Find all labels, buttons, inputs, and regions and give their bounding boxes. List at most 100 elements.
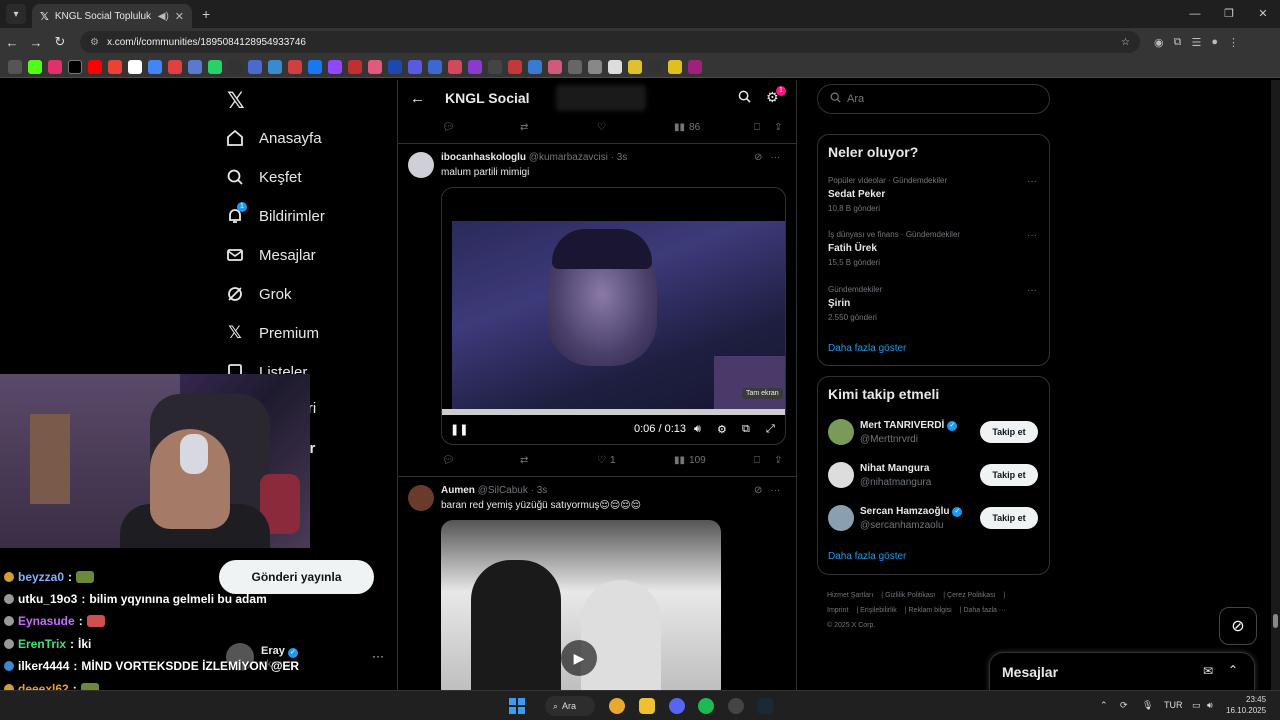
trend-item[interactable]: Popüler videolar · Gündemdekiler Sedat P… <box>828 176 1043 213</box>
grok-icon[interactable]: ⊘ <box>754 485 762 496</box>
post-video-thumbnail[interactable]: ▶ <box>441 520 721 690</box>
post-author[interactable]: Aumen <box>441 485 475 496</box>
bookmark-icon[interactable] <box>528 59 542 74</box>
bookmark-x-icon[interactable] <box>68 59 82 74</box>
bookmark-icon[interactable] <box>508 59 522 74</box>
views-icon[interactable]: ▮▮ 109 <box>674 455 706 466</box>
bookmark-kick-icon[interactable] <box>28 59 42 74</box>
network-icon[interactable]: ▭ <box>1192 700 1201 711</box>
bookmark-icon[interactable] <box>148 59 162 74</box>
picture-in-picture-icon[interactable]: ⧉ <box>742 423 750 436</box>
like-icon[interactable]: ♡ 1 <box>597 455 616 466</box>
bookmark-icon[interactable] <box>568 59 582 74</box>
bookmark-google-icon[interactable] <box>128 59 142 74</box>
bookmark-icon[interactable] <box>668 59 682 74</box>
share-icon[interactable]: ⇪ <box>774 122 782 133</box>
bookmark-instagram-icon[interactable] <box>48 59 62 74</box>
repost-icon[interactable]: ⇄ <box>520 122 528 133</box>
nav-grok[interactable]: Grok <box>225 284 292 304</box>
browser-menu-icon[interactable]: ⋮ <box>1228 36 1239 49</box>
more-icon[interactable]: ··· <box>770 485 780 496</box>
close-tab-icon[interactable]: ✕ <box>175 10 184 23</box>
follow-button[interactable]: Takip et <box>980 507 1038 529</box>
x-logo-icon[interactable]: 𝕏 <box>227 88 245 114</box>
avatar[interactable] <box>828 505 854 531</box>
spotify-icon[interactable] <box>698 698 714 714</box>
page-scrollbar[interactable] <box>1271 80 1280 690</box>
avatar[interactable] <box>408 485 434 511</box>
windows-start-icon[interactable] <box>509 698 525 714</box>
messages-drawer[interactable]: Mesajlar ✉ ⌃ <box>989 652 1255 692</box>
post-time[interactable]: · 3s <box>531 485 548 496</box>
like-icon[interactable]: ♡ <box>597 122 606 133</box>
site-info-icon[interactable]: ⚙ <box>90 37 99 48</box>
steam-icon[interactable] <box>757 698 773 714</box>
bookmark-icon[interactable] <box>648 59 662 74</box>
back-arrow-icon[interactable]: ← <box>410 90 425 107</box>
play-icon[interactable]: ▶ <box>561 640 597 676</box>
tray-chevron-icon[interactable]: ⌃ <box>1100 700 1108 711</box>
obs-icon[interactable] <box>728 698 744 714</box>
follow-suggestion[interactable]: Sercan Hamzaoğlu ✓ @sercanhamzaolu Takip … <box>828 505 1043 535</box>
bookmark-facebook-icon[interactable] <box>308 59 322 74</box>
avatar[interactable] <box>828 419 854 445</box>
bookmark-gmail-icon[interactable] <box>108 59 122 74</box>
bookmark-icon[interactable] <box>288 59 302 74</box>
extensions-puzzle-icon[interactable]: ⧉ <box>1174 36 1182 49</box>
browser-tab[interactable]: 𝕏 KNGL Social Topluluk / X ◀) ✕ <box>32 4 192 28</box>
speaker-icon[interactable]: ◀) <box>158 11 169 22</box>
bookmark-icon[interactable]: ⎕ <box>754 122 760 133</box>
new-message-icon[interactable]: ✉ <box>1203 664 1213 678</box>
trend-item[interactable]: İş dünyası ve finans · Gündemdekiler Fat… <box>828 230 1043 267</box>
close-window-button[interactable]: ✕ <box>1246 0 1280 28</box>
bookmark-icon[interactable] <box>468 59 482 74</box>
show-more-link[interactable]: Daha fazla göster <box>828 343 906 354</box>
more-icon[interactable]: ··· <box>1027 230 1037 241</box>
fullscreen-icon[interactable]: ⤢ <box>766 423 775 436</box>
microphone-icon[interactable]: 🎙︎ <box>1142 700 1153 711</box>
file-explorer-icon[interactable] <box>639 698 655 714</box>
bookmark-twitch-icon[interactable] <box>328 59 342 74</box>
settings-gear-icon[interactable]: ⚙ <box>717 423 727 436</box>
more-icon[interactable]: ··· <box>372 649 384 663</box>
reply-icon[interactable]: 💬︎ <box>442 122 455 133</box>
new-tab-button[interactable]: + <box>202 6 210 22</box>
bookmark-youtube-icon[interactable] <box>88 59 102 74</box>
bookmark-icon[interactable] <box>588 59 602 74</box>
apps-grid-icon[interactable] <box>8 59 22 74</box>
reply-icon[interactable]: 💬︎ <box>442 455 455 466</box>
bookmark-icon[interactable] <box>428 59 442 74</box>
back-button[interactable]: ← <box>0 35 24 50</box>
bookmark-icon[interactable] <box>388 59 402 74</box>
bookmark-icon[interactable] <box>688 59 702 74</box>
follow-button[interactable]: Takip et <box>980 464 1038 486</box>
avatar[interactable] <box>408 152 434 178</box>
bookmark-icon[interactable] <box>368 59 382 74</box>
post-button[interactable]: Gönderi yayınla <box>219 560 374 594</box>
bookmark-whatsapp-icon[interactable] <box>208 59 222 74</box>
grok-button[interactable]: ⊘ <box>1219 607 1257 645</box>
bookmark-star-icon[interactable]: ☆ <box>1121 37 1130 48</box>
follow-suggestion[interactable]: Mert TANRIVERDİ ✓ @Merttnrvrdi Takip et <box>828 419 1043 449</box>
post-handle[interactable]: @kumarbazavcisi <box>529 152 608 163</box>
maximize-button[interactable]: ❐ <box>1212 0 1246 28</box>
forward-button[interactable]: → <box>24 35 48 50</box>
taskbar-search[interactable]: ⌕ Ara <box>545 696 595 716</box>
volume-icon[interactable]: 🔊︎ <box>1207 700 1213 711</box>
media-icon[interactable]: ☰ <box>1191 36 1201 49</box>
extension-icon[interactable]: ◉ <box>1154 36 1164 49</box>
nav-notifications[interactable]: 1 Bildirimler <box>225 202 325 226</box>
bookmark-icon[interactable]: ⎕ <box>754 455 760 466</box>
bookmark-icon[interactable] <box>408 59 422 74</box>
bookmark-icon[interactable] <box>168 59 182 74</box>
bookmark-icon[interactable] <box>488 59 502 74</box>
bookmark-icon[interactable] <box>228 59 242 74</box>
volume-icon[interactable]: 🔊︎ <box>694 423 701 436</box>
discord-icon[interactable] <box>669 698 685 714</box>
grok-icon[interactable]: ⊘ <box>754 152 762 163</box>
share-icon[interactable]: ⇪ <box>774 455 782 466</box>
profile-avatar-icon[interactable]: ● <box>1211 36 1218 49</box>
nav-home[interactable]: Anasayfa <box>225 128 322 148</box>
clock[interactable]: 23:45 16.10.2025 <box>1226 694 1266 716</box>
repost-icon[interactable]: ⇄ <box>520 455 528 466</box>
